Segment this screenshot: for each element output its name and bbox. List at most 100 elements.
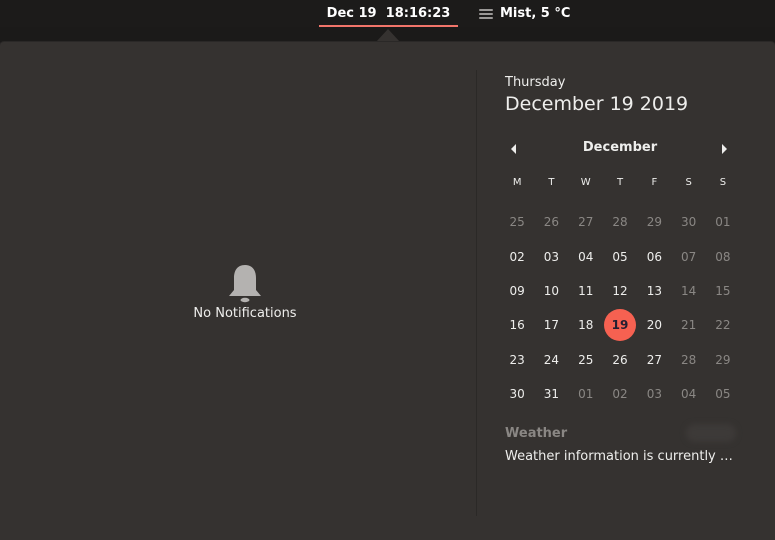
calendar-day[interactable]: 01 bbox=[706, 205, 740, 239]
calendar-day[interactable]: 22 bbox=[706, 308, 740, 342]
calendar-day-label: 09 bbox=[509, 283, 525, 298]
weather-indicator-label: Mist, 5 °C bbox=[500, 6, 571, 21]
calendar-day[interactable]: 03 bbox=[534, 239, 568, 273]
calendar-day[interactable]: 20 bbox=[637, 308, 671, 342]
calendar-day-label: 28 bbox=[680, 352, 697, 367]
calendar-day-label: 18 bbox=[578, 318, 594, 333]
calendar-day-label: 03 bbox=[543, 249, 560, 264]
weekday-label: F bbox=[651, 177, 658, 188]
calendar-day-label: 08 bbox=[715, 249, 731, 264]
calendar-day[interactable]: 06 bbox=[637, 239, 671, 273]
calendar-day[interactable]: 17 bbox=[534, 308, 568, 342]
calendar-day[interactable]: 14 bbox=[671, 274, 705, 308]
calendar-day-label: 01 bbox=[715, 215, 731, 230]
calendar-day-label: 21 bbox=[680, 318, 697, 333]
weather-location-placeholder bbox=[686, 424, 736, 442]
calendar-day[interactable]: 09 bbox=[500, 274, 534, 308]
calendar-day-label: 12 bbox=[612, 283, 628, 298]
calendar-day[interactable]: 15 bbox=[706, 274, 740, 308]
calendar-day[interactable]: 02 bbox=[603, 377, 637, 411]
calendar-day-label: 28 bbox=[612, 215, 628, 230]
calendar-day[interactable]: 29 bbox=[637, 205, 671, 239]
calendar-day-label: 20 bbox=[646, 318, 662, 333]
calendar-day[interactable]: 01 bbox=[569, 377, 603, 411]
weekday-label: T bbox=[616, 177, 624, 188]
calendar-day-label: 05 bbox=[715, 387, 731, 402]
calendar-day-label: 31 bbox=[543, 387, 560, 402]
top-bar: Dec 19 18:16:23 Mist, 5 °C bbox=[0, 0, 775, 27]
next-month-button[interactable] bbox=[712, 137, 736, 159]
calendar-day-label: 15 bbox=[715, 283, 731, 298]
calendar-day[interactable]: 07 bbox=[671, 239, 705, 273]
calendar-day-label: 01 bbox=[578, 387, 594, 402]
weather-section-title: Weather bbox=[505, 426, 568, 441]
calendar-day-label: 29 bbox=[715, 352, 731, 367]
calendar-day[interactable]: 21 bbox=[671, 308, 705, 342]
bell-icon bbox=[145, 263, 345, 303]
calendar-day-label: 30 bbox=[680, 215, 697, 230]
calendar-day[interactable]: 18 bbox=[569, 308, 603, 342]
calendar-day-label: 29 bbox=[646, 215, 662, 230]
calendar-day-label: 03 bbox=[646, 387, 662, 402]
calendar-day[interactable]: 30 bbox=[671, 205, 705, 239]
popover-arrow bbox=[376, 29, 400, 42]
calendar-day[interactable]: 26 bbox=[603, 343, 637, 377]
notification-list-empty: No Notifications bbox=[145, 263, 345, 321]
calendar-day[interactable]: 03 bbox=[637, 377, 671, 411]
calendar-day-label: 26 bbox=[612, 352, 628, 367]
calendar-day-label: 05 bbox=[612, 249, 628, 264]
weekday-label: W bbox=[580, 177, 591, 188]
calendar-day[interactable]: 04 bbox=[569, 239, 603, 273]
calendar-day[interactable]: 27 bbox=[569, 205, 603, 239]
chevron-right-icon bbox=[720, 139, 728, 158]
calendar-day[interactable]: 12 bbox=[603, 274, 637, 308]
weekday-label: T bbox=[548, 177, 555, 188]
calendar-day-label: 13 bbox=[646, 283, 662, 298]
calendar-day[interactable]: 29 bbox=[706, 343, 740, 377]
calendar-day-label: 06 bbox=[646, 249, 662, 264]
day-name[interactable]: Thursday bbox=[505, 75, 565, 90]
calendar-day-label: 04 bbox=[578, 249, 594, 264]
calendar-day-label: 25 bbox=[509, 215, 525, 230]
fog-icon bbox=[478, 8, 494, 20]
calendar-day[interactable]: 28 bbox=[603, 205, 637, 239]
calendar-day[interactable]: 08 bbox=[706, 239, 740, 273]
calendar-day[interactable]: 23 bbox=[500, 343, 534, 377]
calendar-day-label: 04 bbox=[680, 387, 697, 402]
weekday-label: S bbox=[685, 177, 692, 188]
weekday-label: M bbox=[512, 177, 522, 188]
calendar-day[interactable]: 10 bbox=[534, 274, 568, 308]
clock-button[interactable]: Dec 19 18:16:23 bbox=[319, 0, 458, 27]
calendar-day-label: 22 bbox=[715, 318, 731, 333]
calendar-day[interactable]: 26 bbox=[534, 205, 568, 239]
calendar-day-label: 02 bbox=[612, 387, 628, 402]
weather-indicator[interactable]: Mist, 5 °C bbox=[478, 0, 570, 27]
calendar-day[interactable]: 25 bbox=[500, 205, 534, 239]
calendar-day[interactable]: 11 bbox=[569, 274, 603, 308]
calendar-day[interactable]: 05 bbox=[603, 239, 637, 273]
calendar-day[interactable]: 19 bbox=[603, 308, 637, 342]
calendar-day[interactable]: 05 bbox=[706, 377, 740, 411]
calendar-day-label: 27 bbox=[646, 352, 662, 367]
calendar-day[interactable]: 25 bbox=[569, 343, 603, 377]
weekday-label: S bbox=[719, 177, 727, 188]
full-date[interactable]: December 19 2019 bbox=[505, 93, 688, 115]
calendar-day[interactable]: 24 bbox=[534, 343, 568, 377]
calendar-grid: 25 26 27 28 29 30 01 02 03 04 05 06 07 08 09 10 11 12 13 14… bbox=[500, 205, 740, 411]
calendar-day[interactable]: 13 bbox=[637, 274, 671, 308]
calendar-day[interactable]: 31 bbox=[534, 377, 568, 411]
calendar-day[interactable]: 27 bbox=[637, 343, 671, 377]
chevron-left-icon bbox=[510, 139, 518, 158]
calendar-day[interactable]: 16 bbox=[500, 308, 534, 342]
calendar-day-label: 30 bbox=[509, 387, 525, 402]
calendar-day-label: 24 bbox=[543, 352, 560, 367]
calendar-header: December bbox=[500, 137, 740, 159]
calendar-day[interactable]: 04 bbox=[671, 377, 705, 411]
calendar-day[interactable]: 28 bbox=[671, 343, 705, 377]
no-notifications-label: No Notifications bbox=[193, 306, 297, 321]
calendar-day-label: 25 bbox=[578, 352, 594, 367]
calendar-day[interactable]: 02 bbox=[500, 239, 534, 273]
previous-month-button[interactable] bbox=[502, 137, 526, 159]
calendar-day[interactable]: 30 bbox=[500, 377, 534, 411]
calendar-day-label: 23 bbox=[509, 352, 525, 367]
